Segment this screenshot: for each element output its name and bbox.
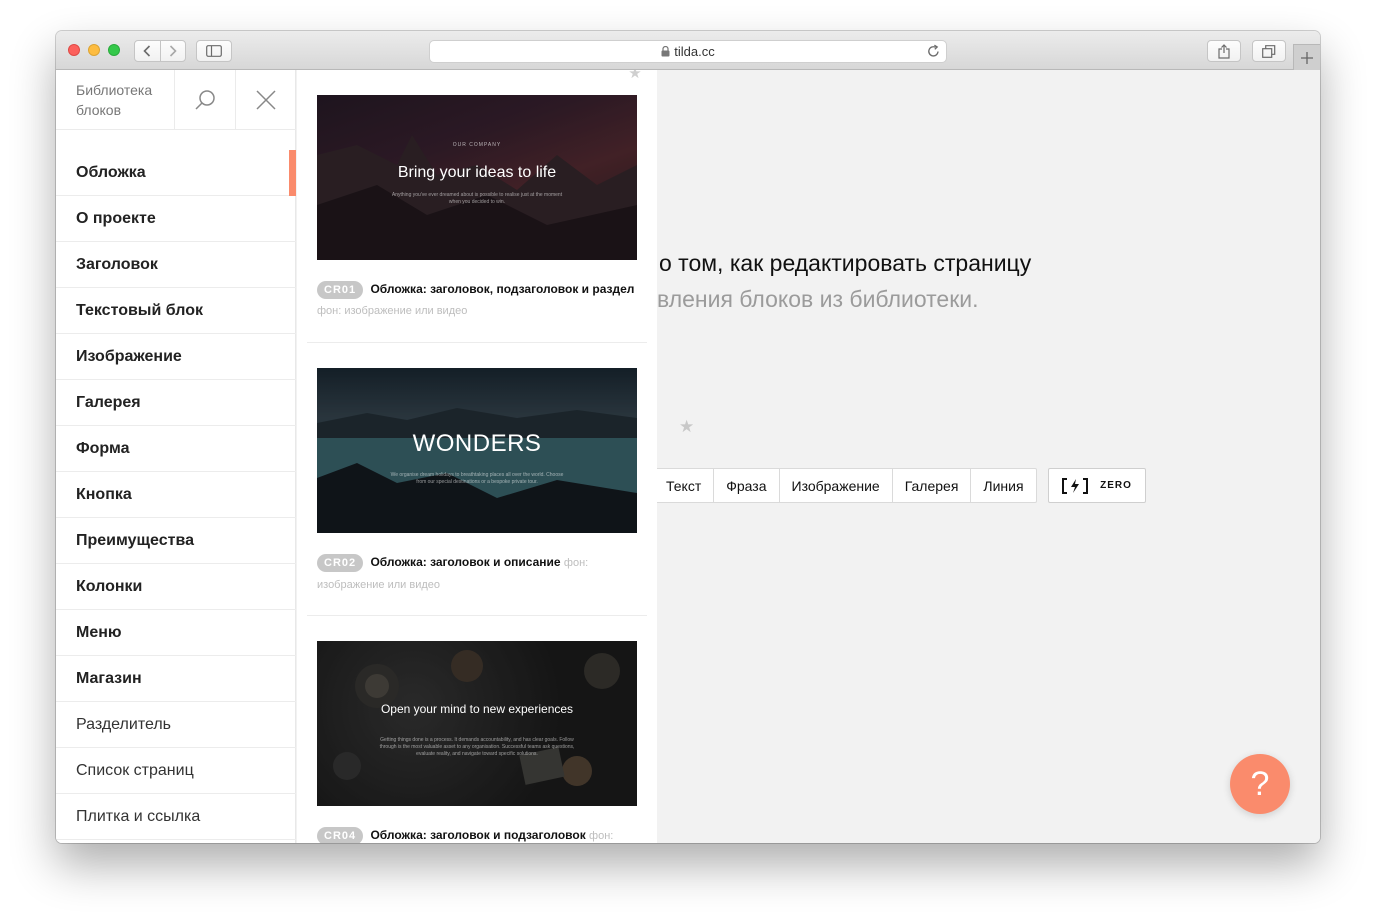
search-icon xyxy=(195,90,215,110)
preview-description: Getting things done is a process. It dem… xyxy=(379,737,575,757)
category-heading[interactable]: Заголовок xyxy=(56,242,296,288)
preview-headline: Open your mind to new experiences xyxy=(380,702,574,716)
block-caption: CR04 Обложка: заголовок и подзаголовок ф… xyxy=(317,825,637,843)
chevron-left-icon xyxy=(143,45,151,57)
preview-description: We organise dream holidays to breathtaki… xyxy=(390,472,564,485)
chevron-right-icon xyxy=(169,45,177,57)
category-columns[interactable]: Колонки xyxy=(56,564,296,610)
page-heading: о том, как редактировать страницу xyxy=(659,250,1032,276)
type-button-gallery[interactable]: Галерея xyxy=(891,469,971,502)
zoom-window-button[interactable] xyxy=(108,44,120,56)
sidebar-icon xyxy=(206,45,222,57)
block-title: Обложка: заголовок и описание xyxy=(370,555,561,569)
library-header: Библиотека блоков xyxy=(56,70,296,130)
preview-headline: WONDERS xyxy=(412,430,542,457)
block-caption: CR02 Обложка: заголовок и описание фон: … xyxy=(317,552,637,596)
favorite-star-icon[interactable]: ★ xyxy=(624,70,646,82)
library-title: Библиотека блоков xyxy=(76,82,153,118)
plus-icon xyxy=(1301,51,1313,64)
page-subheading: вления блоков из библиотеки. xyxy=(657,286,979,312)
type-button-line[interactable]: Линия xyxy=(970,469,1035,502)
browser-toolbar: tilda.cc xyxy=(56,31,1320,70)
tab-overview-button[interactable] xyxy=(1252,40,1286,62)
sidebar-toggle-button[interactable] xyxy=(196,40,232,62)
close-window-button[interactable] xyxy=(68,44,80,56)
block-code-badge: CR01 xyxy=(317,281,364,299)
block-card[interactable]: OUR COMPANY Bring your ideas to life Any… xyxy=(307,70,647,343)
block-code-badge: CR04 xyxy=(317,827,364,843)
block-thumbnail[interactable]: Open your mind to new experiences Gettin… xyxy=(317,641,637,806)
category-form[interactable]: Форма xyxy=(56,426,296,472)
block-title: Обложка: заголовок и подзаголовок xyxy=(370,828,586,842)
category-page-list[interactable]: Список страниц xyxy=(56,748,296,794)
library-close-button[interactable] xyxy=(235,70,296,130)
category-divider[interactable]: Разделитель xyxy=(56,702,296,748)
block-card[interactable]: Open your mind to new experiences Gettin… xyxy=(307,616,647,843)
lock-icon xyxy=(661,46,670,57)
zero-block-icon xyxy=(1062,477,1089,494)
category-text-block[interactable]: Текстовый блок xyxy=(56,288,296,334)
history-nav xyxy=(134,40,186,62)
zero-label: ZERO xyxy=(1100,480,1132,491)
category-features[interactable]: Преимущества xyxy=(56,518,296,564)
help-button[interactable]: ? xyxy=(1230,754,1290,814)
block-meta: фон: xyxy=(589,830,614,842)
new-tab-button[interactable] xyxy=(1293,44,1320,70)
block-preview-list: OUR COMPANY Bring your ideas to life Any… xyxy=(297,70,657,843)
star-icon: ★ xyxy=(679,417,695,436)
type-button-text[interactable]: Текст xyxy=(654,469,713,502)
block-caption: CR01 Обложка: заголовок, подзаголовок и … xyxy=(317,279,637,322)
block-meta: фон: изображение или видео xyxy=(317,305,468,317)
tabs-icon xyxy=(1262,44,1276,58)
url-text: tilda.cc xyxy=(674,44,715,59)
reload-icon xyxy=(928,44,939,57)
block-thumbnail[interactable]: OUR COMPANY Bring your ideas to life Any… xyxy=(317,95,637,260)
category-image[interactable]: Изображение xyxy=(56,334,296,380)
category-tile-link[interactable]: Плитка и ссылка xyxy=(56,794,296,840)
type-button-phrase[interactable]: Фраза xyxy=(713,469,778,502)
type-button-image[interactable]: Изображение xyxy=(778,469,892,502)
address-bar[interactable]: tilda.cc xyxy=(429,40,947,63)
block-thumbnail[interactable]: WONDERS We organise dream holidays to br… xyxy=(317,368,637,533)
browser-window: tilda.cc о том, как редактировать страни… xyxy=(56,31,1320,843)
page-content: о том, как редактировать страницу вления… xyxy=(56,70,1320,843)
category-cover[interactable]: Обложка xyxy=(56,150,296,196)
category-button[interactable]: Кнопка xyxy=(56,472,296,518)
block-card[interactable]: WONDERS We organise dream holidays to br… xyxy=(307,343,647,616)
forward-button[interactable] xyxy=(159,41,185,61)
category-menu[interactable]: Меню xyxy=(56,610,296,656)
category-store[interactable]: Магазин xyxy=(56,656,296,702)
library-search-button[interactable] xyxy=(174,70,235,130)
back-button[interactable] xyxy=(135,41,160,61)
category-about[interactable]: О проекте xyxy=(56,196,296,242)
block-code-badge: CR02 xyxy=(317,554,364,572)
preview-description: Anything you've ever dreamed about is po… xyxy=(391,192,563,205)
zero-block-button[interactable]: ZERO xyxy=(1048,468,1146,503)
block-title: Обложка: заголовок, подзаголовок и разде… xyxy=(370,282,635,296)
reload-button[interactable] xyxy=(927,44,940,58)
preview-eyebrow: OUR COMPANY xyxy=(452,142,502,148)
share-icon xyxy=(1218,43,1230,59)
block-library-sidebar: Библиотека блоков Обложка О проекте Заго… xyxy=(56,70,296,843)
minimize-window-button[interactable] xyxy=(88,44,100,56)
block-type-bar: Текст Фраза Изображение Галерея Линия xyxy=(653,468,1037,503)
preview-headline: Bring your ideas to life xyxy=(397,164,557,181)
category-gallery[interactable]: Галерея xyxy=(56,380,296,426)
close-icon xyxy=(256,90,276,110)
category-list: Обложка О проекте Заголовок Текстовый бл… xyxy=(56,150,296,840)
share-button[interactable] xyxy=(1207,40,1241,62)
